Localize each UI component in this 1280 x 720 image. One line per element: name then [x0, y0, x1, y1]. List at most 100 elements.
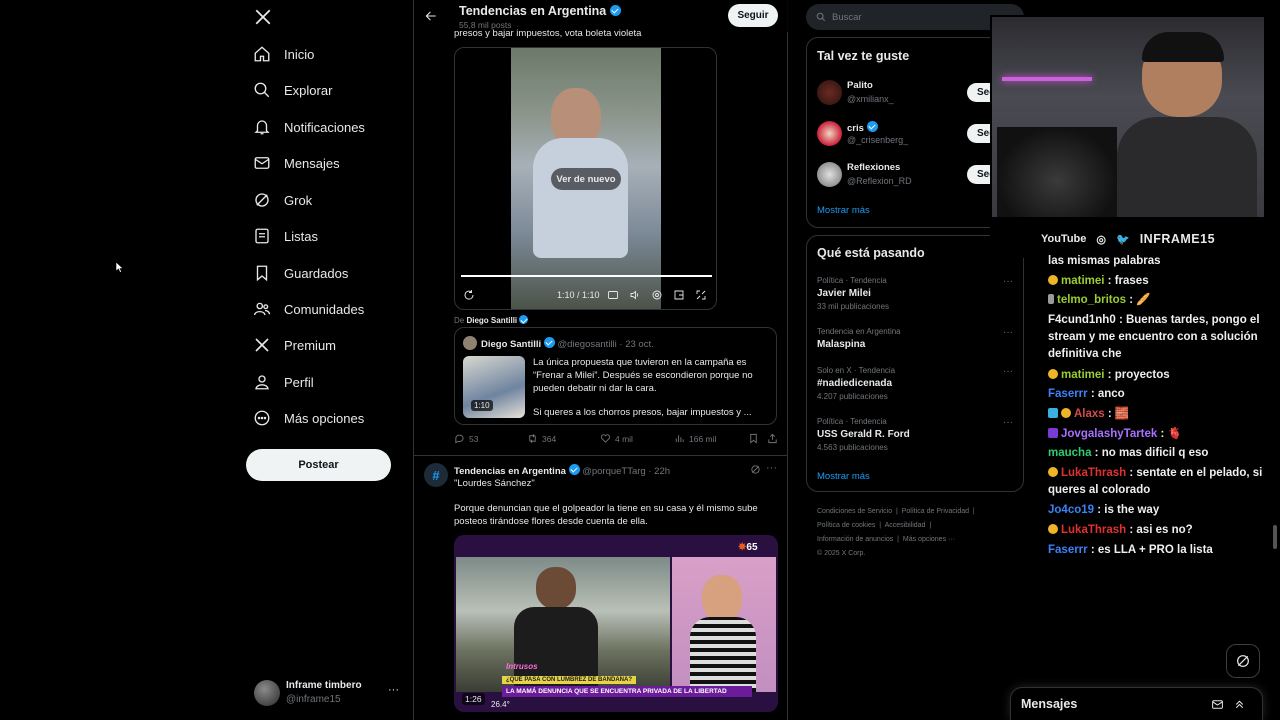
messages-drawer[interactable]: Mensajes [1010, 687, 1263, 720]
chat-user[interactable]: Jo4co19 [1048, 504, 1094, 516]
volume-icon[interactable] [629, 289, 641, 301]
nav-grok[interactable]: Grok [252, 182, 312, 218]
video-progress-track[interactable] [461, 275, 712, 277]
footer-link[interactable]: Más opciones ··· [903, 536, 955, 543]
divider [414, 455, 788, 456]
chat-user[interactable]: Faserrr [1048, 388, 1088, 400]
chat-user[interactable]: Faserrr [1048, 544, 1088, 556]
from-name[interactable]: Diego Santilli [466, 316, 517, 325]
trend-item[interactable]: Política · Tendencia Javier Milei 33 mil… [817, 276, 1017, 311]
search-placeholder: Buscar [832, 11, 862, 23]
chat-user[interactable]: telmo_britos [1057, 294, 1126, 306]
post-button[interactable]: Postear [246, 449, 391, 481]
quoted-tweet[interactable]: Diego Santilli @diegosantilli · 23 oct. … [454, 327, 777, 425]
trend-item[interactable]: Solo en X · Tendencia #nadiedicenada 4.2… [817, 366, 1017, 401]
chat-text: : 🥖 [1129, 294, 1151, 306]
footer-link[interactable]: Política de cookies [817, 522, 875, 529]
more-icon[interactable]: ··· [766, 462, 777, 474]
webcam-overlay: YouTube ◎ 🐦 INFRAME15 [990, 15, 1266, 258]
video-player-2[interactable]: ✸65 Intrusos ¿QUÉ PASA CON LUMBREZ DE BA… [454, 535, 778, 712]
chat-text: : is the way [1097, 504, 1160, 516]
expand-icon[interactable] [1233, 698, 1246, 711]
chat-user[interactable]: LukaThrash [1061, 524, 1126, 536]
from-label: De [454, 316, 465, 325]
nav-listas[interactable]: Listas [252, 218, 318, 254]
badge-icon [1048, 408, 1058, 418]
settings-icon[interactable] [651, 289, 663, 301]
chat-message: JovgalashyTartek : 🫀 [1048, 426, 1263, 443]
back-arrow-icon[interactable] [424, 9, 438, 23]
follow-button[interactable]: Seguir [728, 4, 778, 27]
views-button[interactable]: 166 mil [674, 433, 716, 444]
chat-user[interactable]: LukaThrash [1061, 467, 1126, 479]
chat-user[interactable]: matimei [1061, 369, 1104, 381]
nav-explorar[interactable]: Explorar [252, 72, 332, 108]
pip-icon[interactable] [673, 289, 685, 301]
show-more-link[interactable]: Mostrar más [817, 205, 870, 216]
video-left-frame [456, 557, 670, 692]
nav-perfil[interactable]: Perfil [252, 364, 314, 400]
show-more-link[interactable]: Mostrar más [817, 471, 870, 482]
avatar [817, 80, 842, 105]
trend-count: 33 mil publicaciones [817, 302, 890, 311]
account-switcher[interactable]: Inframe timbero @inframe15 ··· [252, 678, 402, 708]
x-logo-icon[interactable] [254, 8, 272, 26]
user-handle: @xmilianx_ [847, 94, 894, 104]
retweet-button[interactable]: 364 [527, 433, 556, 444]
nav-mas-opciones[interactable]: Más opciones [252, 400, 364, 436]
nav-mensajes[interactable]: Mensajes [252, 145, 340, 181]
nav-guardados[interactable]: Guardados [252, 255, 348, 291]
x-logo-icon [252, 335, 272, 355]
chat-user[interactable]: Alaxs [1074, 408, 1105, 420]
chat-message: Alaxs : 🧱 [1048, 406, 1263, 423]
tweet2-name[interactable]: Tendencias en Argentina [454, 466, 566, 477]
scrollbar[interactable] [1273, 525, 1277, 549]
avatar-hashtag[interactable]: # [424, 463, 448, 487]
grok-icon[interactable] [750, 464, 761, 475]
suggested-user[interactable]: cris @_crisenberg_ Seg [817, 119, 1023, 149]
chat-user[interactable]: matimei [1061, 275, 1104, 287]
trend-item[interactable]: Política · Tendencia USS Gerald R. Ford … [817, 417, 1017, 452]
footer-link[interactable]: Información de anuncios [817, 536, 893, 543]
nav-notificaciones[interactable]: Notificaciones [252, 109, 365, 145]
more-icon[interactable]: ··· [1003, 417, 1013, 428]
bell-icon [252, 117, 272, 137]
search-icon [816, 12, 826, 22]
video-player[interactable]: Ver de nuevo 1:10 / 1:10 [454, 47, 717, 310]
footer-link[interactable]: Condiciones de Servicio [817, 508, 892, 515]
nav-comunidades[interactable]: Comunidades [252, 291, 364, 327]
bookmark-icon[interactable] [748, 433, 759, 444]
more-icon[interactable]: ··· [388, 684, 399, 696]
suggested-user[interactable]: Reflexiones @Reflexion_RD Seg [817, 160, 1023, 190]
chat-text: las mismas palabras [1048, 255, 1161, 267]
footer-link[interactable]: Accesibilidad [885, 522, 926, 529]
replay-icon[interactable] [463, 289, 475, 301]
like-count: 4 mil [615, 433, 633, 444]
captions-icon[interactable] [607, 289, 619, 301]
footer-link[interactable]: Política de Privacidad [902, 508, 969, 515]
share-icon[interactable] [767, 433, 778, 444]
video-right-frame [672, 557, 776, 692]
chat-user[interactable]: JovgalashyTartek [1061, 428, 1157, 440]
grok-float-button[interactable] [1226, 644, 1260, 678]
like-button[interactable]: 4 mil [600, 433, 633, 444]
trend-item[interactable]: Tendencia en Argentina Malaspina ··· [817, 327, 1017, 353]
tweet2-time: · 22h [648, 466, 671, 477]
suggestions-title: Tal vez te guste [817, 49, 910, 63]
nav-label: Premium [284, 337, 337, 353]
suggested-user[interactable]: Palito @xmilianx_ Seg [817, 78, 1023, 108]
more-icon[interactable]: ··· [1003, 327, 1013, 338]
verified-icon [568, 464, 580, 475]
replay-button[interactable]: Ver de nuevo [551, 168, 621, 190]
nav-premium[interactable]: Premium [252, 327, 336, 363]
chat-user[interactable]: maucha [1048, 447, 1091, 459]
quote-header: Diego Santilli @diegosantilli · 23 oct. [481, 337, 654, 350]
ticker-top: ¿QUÉ PASA CON LUMBREZ DE BANDANA? [502, 676, 636, 684]
nav-inicio[interactable]: Inicio [252, 36, 314, 72]
reply-button[interactable]: 53 [454, 433, 478, 444]
more-icon[interactable]: ··· [1003, 276, 1013, 287]
fullscreen-icon[interactable] [695, 289, 707, 301]
chat-user[interactable]: F4cund1nh0 [1048, 314, 1116, 326]
new-message-icon[interactable] [1211, 698, 1224, 711]
more-icon[interactable]: ··· [1003, 366, 1013, 377]
